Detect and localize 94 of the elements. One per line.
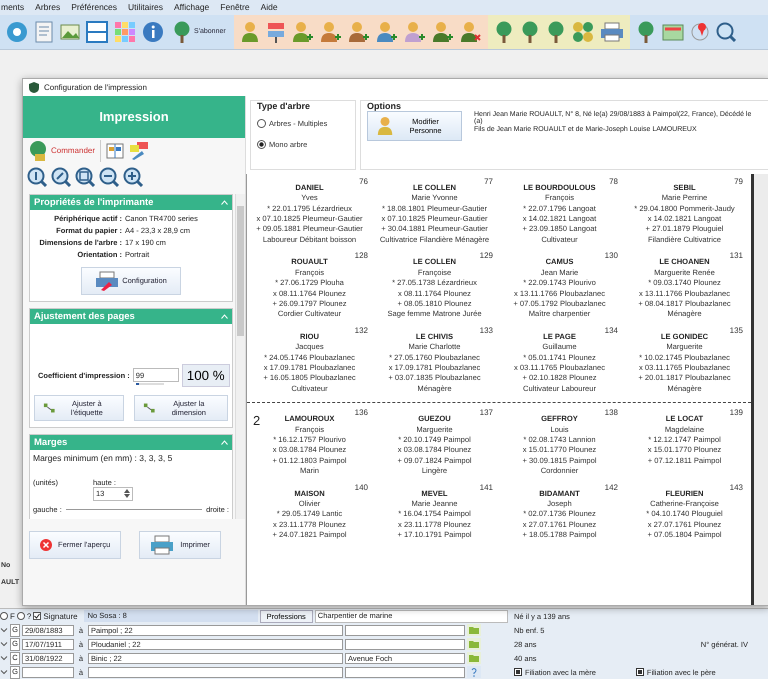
menu-item[interactable]: Préférences [71,2,118,12]
ancestor-number: 134 [604,326,618,336]
ancestor-number: 130 [604,251,618,262]
tree-icon [27,140,49,162]
page-layout-icon[interactable] [106,142,124,160]
zoom-in-icon[interactable] [123,166,143,187]
section-title: Marges [34,436,68,448]
section-title: Propriétés de l'imprimante [34,196,154,208]
radio-option[interactable]: F [0,612,15,620]
menu-item[interactable]: ments [1,2,24,12]
ancestor-number: 137 [480,408,493,419]
person-remove-icon[interactable] [460,20,482,43]
person-icon[interactable] [240,20,260,43]
signature-checkbox[interactable]: Signature [33,612,78,620]
place-field[interactable] [88,666,343,678]
ancestor-number: 129 [480,251,493,262]
radio-icon[interactable] [257,140,266,149]
ancestor-number: 78 [609,176,618,188]
person-add-icon[interactable] [376,20,398,43]
panel-header: Impression [23,96,245,138]
ancestor-number: 136 [354,408,368,419]
ancestor-number: 79 [734,176,743,188]
zoom-page-icon[interactable] [75,166,95,187]
zoom-fit-icon[interactable] [51,166,71,187]
tree-icon[interactable] [636,20,656,43]
tree-icon[interactable] [520,20,540,43]
ancestor-number: 139 [730,408,743,419]
dialog-title: Configuration de l'impression [44,82,147,92]
picture-icon[interactable] [60,22,80,42]
menu-item[interactable]: Arbres [35,2,60,12]
page-number: 2 [253,413,260,428]
group-title: Options [365,100,403,111]
folder-icon[interactable] [467,652,481,664]
address-field[interactable] [345,624,465,636]
ancestor-number: 77 [484,176,493,188]
collapse-icon[interactable] [221,440,228,445]
person-add-icon[interactable] [320,20,342,43]
ancestor-number: 140 [354,482,368,493]
ancestor-number: 132 [354,326,368,336]
commander-button[interactable]: Commander [27,140,102,162]
menu-item[interactable]: Affichage [174,2,210,12]
tree-icon[interactable] [172,20,192,43]
collapse-icon[interactable] [221,200,228,205]
section-title: Ajustement des pages [34,310,135,322]
folder-icon[interactable] [467,638,481,650]
ancestor-number: 128 [354,251,368,262]
zoom-out-icon[interactable] [99,166,119,187]
document-icon[interactable] [34,20,54,43]
ancestor-number: 138 [604,408,618,419]
map-pin-icon[interactable] [690,20,710,43]
ancestor-number: 135 [730,326,743,336]
zoom-actual-size-icon[interactable] [27,166,47,187]
margin-minimum-text: Marges minimum (en mm) : 3, 3, 3, 5 [32,452,174,465]
person-add-icon[interactable] [432,20,454,43]
menu-item[interactable]: Aide [260,2,278,12]
printer-icon [95,270,120,291]
ancestor-number: 133 [480,326,493,336]
radio-icon[interactable] [0,612,8,620]
group-title: Type d'arbre [255,100,312,111]
scrollbar[interactable] [235,194,245,519]
ancestor-number: 131 [730,251,743,262]
folder-icon[interactable] [467,624,481,636]
tree-icon[interactable] [494,20,514,43]
menu-item[interactable]: Fenêtre [220,2,250,12]
person-add-icon[interactable] [292,20,314,43]
date-field[interactable] [22,666,74,678]
checkbox-icon[interactable] [636,668,644,676]
radio-icon[interactable] [16,612,25,620]
trees-icon[interactable] [572,20,594,43]
collapse-icon[interactable] [221,314,228,319]
tree-icon[interactable] [546,20,566,43]
address-field[interactable] [345,666,465,678]
window-icon[interactable] [86,20,108,43]
info-icon[interactable] [142,20,164,43]
help-icon[interactable] [467,666,481,678]
person-add-icon[interactable] [348,20,370,43]
radio-icon[interactable] [257,118,266,128]
menu-item[interactable]: Utilitaires [128,2,163,12]
radio-option[interactable]: ? [16,612,32,620]
ancestor-number: 143 [730,482,743,493]
person-add-icon[interactable] [404,20,426,43]
close-icon [40,538,52,551]
printer-icon[interactable] [600,22,624,42]
ancestor-number: 142 [604,482,618,493]
spin-icon [124,489,130,498]
magnifier-icon[interactable] [716,22,736,42]
printer-icon [150,534,174,555]
ancestor-number: 141 [480,482,493,493]
checkbox-icon[interactable] [514,668,522,676]
shield-icon [29,82,39,93]
checkbox-icon[interactable] [33,612,42,620]
ancestor-number: 76 [359,176,368,188]
address-field[interactable] [345,638,465,650]
percent-button[interactable]: 100 % [182,364,230,387]
